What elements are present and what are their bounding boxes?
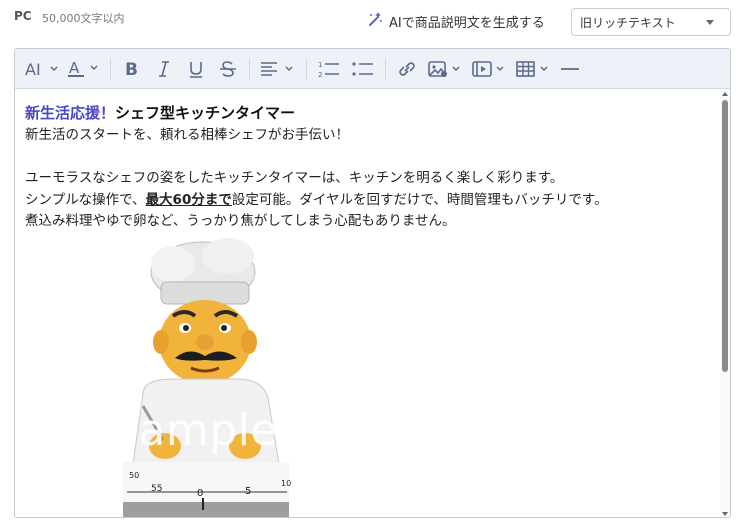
- ai-generate-label: AIで商品説明文を生成する: [389, 15, 545, 31]
- toolbar-divider: [385, 57, 386, 80]
- content-headline: 新生活応援！シェフ型キッチンタイマー: [25, 101, 711, 125]
- dial-number: 5: [245, 486, 251, 497]
- device-label: PC: [14, 9, 32, 23]
- rich-text-editor: AI A B 1 2 新生活応援！シェフ型キッチンタイマー 新生活のスタートを、…: [14, 48, 731, 518]
- svg-text:A: A: [69, 59, 80, 77]
- dial-number: 50: [129, 471, 139, 480]
- ai-generate-button[interactable]: AIで商品説明文を生成する: [367, 11, 545, 31]
- bullet-list-button[interactable]: [346, 54, 380, 84]
- image-icon: [427, 59, 463, 79]
- headline-main: シェフ型キッチンタイマー: [115, 104, 296, 122]
- scroll-down-arrow-icon[interactable]: [722, 512, 728, 516]
- content-text: 設定可能。ダイヤルを回すだけで、時間管理もバッチリです。: [231, 191, 608, 208]
- dial-number: 55: [151, 484, 162, 494]
- toolbar-divider: [249, 57, 250, 80]
- ordered-list-icon: 12: [316, 59, 342, 79]
- font-size-icon: AI: [25, 60, 59, 78]
- dial-number: 10: [281, 479, 291, 488]
- headline-accent: 新生活応援！: [25, 104, 116, 122]
- chevron-down-icon: [706, 19, 714, 25]
- underline-icon: [184, 59, 208, 79]
- table-icon: [515, 59, 551, 79]
- char-limit-text: 50,000文字以内: [42, 12, 125, 25]
- italic-icon: [152, 59, 176, 79]
- link-button[interactable]: [391, 54, 423, 84]
- align-button[interactable]: [255, 54, 301, 84]
- underline-button[interactable]: [180, 54, 212, 84]
- content-line: シンプルな操作で、最大60分まで設定可能。ダイヤルを回すだけで、時間管理もバッチ…: [25, 190, 711, 212]
- editor-content[interactable]: 新生活応援！シェフ型キッチンタイマー 新生活のスタートを、頼れる相棒シェフがお手…: [15, 89, 721, 518]
- svg-text:B: B: [125, 60, 138, 79]
- editor-format-select[interactable]: 旧リッチテキスト: [571, 8, 731, 36]
- content-line: ユーモラスなシェフの姿をしたキッチンタイマーは、キッチンを明るく楽しく彩ります。: [25, 170, 564, 186]
- svg-text:2: 2: [318, 71, 322, 79]
- bold-button[interactable]: B: [116, 54, 148, 84]
- svg-text:AI: AI: [25, 60, 41, 78]
- content-line: 新生活のスタートを、頼れる相棒シェフがお手伝い！: [25, 127, 349, 143]
- scroll-up-arrow-icon[interactable]: [722, 92, 728, 96]
- italic-button[interactable]: [148, 54, 180, 84]
- strikethrough-button[interactable]: [212, 54, 244, 84]
- bullet-list-icon: [350, 59, 376, 79]
- video-button[interactable]: [467, 54, 511, 84]
- ordered-list-button[interactable]: 12: [312, 54, 346, 84]
- align-icon: [259, 59, 297, 79]
- content-text: シンプルな操作で、: [25, 191, 146, 208]
- font-color-icon: A: [67, 59, 101, 79]
- strikethrough-icon: [216, 59, 240, 79]
- link-icon: [395, 59, 419, 79]
- table-button[interactable]: [511, 54, 555, 84]
- magic-wand-icon: [367, 11, 383, 31]
- sample-watermark: sample: [115, 405, 278, 456]
- format-select-value: 旧リッチテキスト: [580, 15, 676, 30]
- bold-icon: B: [120, 59, 144, 79]
- font-size-button[interactable]: AI: [21, 54, 63, 84]
- horizontal-rule-button[interactable]: [555, 54, 585, 84]
- content-line: 煮込み料理やゆで卵など、うっかり焦がしてしまう心配もありません。: [25, 213, 456, 229]
- emphasis-text: 最大60分まで: [145, 191, 232, 208]
- toolbar-divider: [110, 57, 111, 80]
- svg-text:1: 1: [318, 61, 322, 69]
- editor-toolbar: AI A B 1 2: [15, 49, 730, 89]
- video-icon: [471, 59, 507, 79]
- scroll-thumb[interactable]: [722, 100, 728, 372]
- dial-number: 0: [197, 488, 203, 499]
- editor-scrollbar[interactable]: [720, 89, 730, 517]
- image-button[interactable]: [423, 54, 467, 84]
- horizontal-rule-icon: [559, 59, 581, 79]
- chef-timer-image[interactable]: 50 55 0 5 10: [103, 234, 303, 518]
- font-color-button[interactable]: A: [63, 54, 105, 84]
- toolbar-divider: [306, 57, 307, 80]
- top-bar: PC 50,000文字以内 AIで商品説明文を生成する 旧リッチテキスト: [0, 0, 747, 44]
